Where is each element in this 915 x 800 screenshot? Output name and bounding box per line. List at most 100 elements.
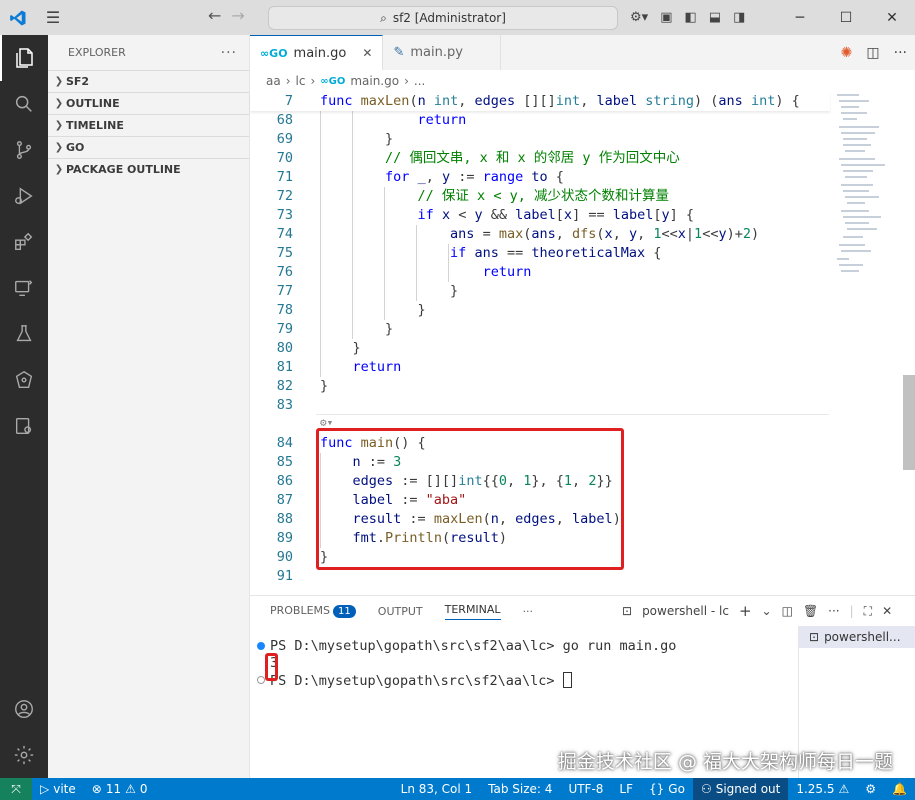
language-mode[interactable]: {} Go — [641, 782, 693, 796]
sidebar-section-timeline[interactable]: ❯ TIMELINE — [48, 114, 249, 136]
code-text: return — [482, 264, 532, 280]
vite-status[interactable]: ▷ vite — [32, 782, 84, 796]
tab-main-go[interactable]: ∞GO main.go ✕ — [250, 35, 384, 70]
close-icon[interactable]: ✕ — [362, 46, 372, 60]
run-icon[interactable]: ✺ — [841, 45, 853, 61]
close-panel-icon[interactable]: ✕ — [882, 604, 892, 618]
new-terminal-icon[interactable]: + — [739, 602, 752, 620]
line-number: 91 — [276, 568, 293, 584]
back-arrow-icon[interactable]: ← — [208, 6, 221, 25]
line-number: 82 — [276, 378, 293, 394]
sidebar-section-go[interactable]: ❯ GO — [48, 136, 249, 158]
editor-scrollbar[interactable] — [901, 92, 915, 595]
tab-terminal[interactable]: TERMINAL — [444, 603, 501, 620]
more-actions-icon[interactable]: ··· — [828, 604, 839, 618]
more-actions-icon[interactable]: ··· — [221, 45, 237, 61]
line-number: 7 — [284, 93, 293, 109]
database-icon[interactable] — [0, 403, 48, 449]
toggle-sidebar-icon[interactable]: ◧ — [684, 10, 696, 25]
split-terminal-icon[interactable]: ◫ — [782, 604, 793, 618]
breadcrumb-item[interactable]: ... — [414, 74, 425, 88]
line-number: 88 — [276, 511, 293, 527]
search-icon[interactable] — [0, 81, 48, 127]
code-line: 80 } — [250, 339, 830, 358]
cursor-position[interactable]: Ln 83, Col 1 — [393, 782, 481, 796]
code-line: 72 // 保证 x < y, 减少状态个数和计算量 — [250, 187, 830, 206]
remote-indicator-icon[interactable]: ⤧ — [0, 778, 32, 800]
remote-explorer-icon[interactable] — [0, 265, 48, 311]
source-control-icon[interactable] — [0, 127, 48, 173]
testing-icon[interactable] — [0, 311, 48, 357]
tab-size[interactable]: Tab Size: 4 — [480, 782, 560, 796]
copilot-icon: ⚇ — [700, 782, 712, 796]
line-number: 86 — [276, 473, 293, 489]
toggle-panel-icon[interactable]: ⬓ — [709, 10, 721, 25]
line-ending[interactable]: LF — [611, 782, 641, 796]
maximize-panel-icon[interactable]: ⛶ — [864, 604, 872, 619]
settings-gear-icon[interactable] — [0, 732, 48, 778]
go-version[interactable]: 1.25.5 ⚠ — [788, 782, 857, 796]
line-number: 80 — [276, 340, 293, 356]
encoding[interactable]: UTF-8 — [560, 782, 611, 796]
activity-bar — [0, 35, 48, 778]
code-text: } — [320, 340, 361, 356]
problems-status[interactable]: ⊗ 11 ⚠ 0 — [84, 782, 156, 796]
command-center-search[interactable]: ⌕ sf2 [Administrator] — [268, 6, 618, 30]
sidebar-section-outline[interactable]: ❯ OUTLINE — [48, 92, 249, 114]
chevron-down-icon[interactable]: ⌄ — [762, 604, 772, 618]
terminal-name[interactable]: powershell - lc — [642, 604, 729, 618]
sidebar-section-package-outline[interactable]: ❯ PACKAGE OUTLINE — [48, 158, 249, 180]
hamburger-menu-icon[interactable]: ☰ — [35, 8, 71, 27]
command-success-icon[interactable] — [257, 642, 265, 650]
go-file-icon: ∞GO — [320, 75, 346, 87]
forward-arrow-icon[interactable]: → — [231, 6, 244, 25]
extensions-icon[interactable] — [0, 219, 48, 265]
breadcrumb-item[interactable]: main.go — [350, 74, 399, 88]
close-window-icon[interactable]: ✕ — [869, 0, 915, 35]
maximize-icon[interactable]: ☐ — [823, 0, 869, 35]
copilot-icon[interactable]: ⚙▾ — [630, 10, 648, 25]
sticky-scroll-line[interactable]: 7 func maxLen(n int, edges [][]int, label… — [250, 92, 830, 111]
chevron-right-icon: ❯ — [54, 120, 64, 131]
tab-main-py[interactable]: ✎ main.py — [383, 35, 502, 70]
run-debug-icon[interactable] — [0, 173, 48, 219]
line-number: 73 — [276, 207, 293, 223]
line-number: 77 — [276, 283, 293, 299]
explorer-icon[interactable] — [0, 35, 48, 81]
tab-output[interactable]: OUTPUT — [378, 605, 423, 618]
sidebar-section-sf2[interactable]: ❯ SF2 — [48, 70, 249, 92]
trash-icon[interactable]: 🗑 — [803, 604, 818, 618]
terminal-list-label: powershell... — [824, 630, 901, 644]
toggle-secondary-sidebar-icon[interactable]: ◨ — [733, 10, 745, 25]
split-editor-icon[interactable]: ◫ — [866, 45, 879, 61]
minimize-icon[interactable]: ─ — [777, 0, 823, 35]
notifications-bell-icon[interactable]: 🔔 — [884, 782, 915, 796]
signed-out-status[interactable]: ⚇ Signed out — [692, 778, 789, 800]
copilot-status-icon[interactable]: ⚙ — [857, 782, 884, 796]
line-number: 84 — [276, 435, 293, 451]
breadcrumb-item[interactable]: lc — [296, 74, 306, 88]
layout-panel-icon[interactable]: ▣ — [660, 10, 672, 25]
minimap[interactable] — [835, 92, 900, 292]
account-icon[interactable] — [0, 686, 48, 732]
sidebar-title: EXPLORER — [68, 46, 126, 59]
terminal-output[interactable]: PS D:\mysetup\gopath\src\sf2\aa\lc> go r… — [250, 638, 790, 689]
code-comment: // 保证 x < y, 减少状态个数和计算量 — [417, 188, 669, 204]
go-version-label: 1.25.5 — [796, 782, 835, 796]
more-actions-icon[interactable]: ··· — [523, 605, 534, 618]
line-number: 85 — [276, 454, 293, 470]
scrollbar-thumb[interactable] — [903, 375, 915, 470]
tab-problems[interactable]: PROBLEMS 11 — [270, 604, 356, 618]
code-text: } — [320, 131, 394, 147]
chevron-right-icon: ❯ — [54, 76, 64, 87]
terminal-list-item[interactable]: ⊡ powershell... — [799, 626, 915, 648]
bottom-panel: PROBLEMS 11 OUTPUT TERMINAL ··· ⊡ powersh… — [250, 595, 915, 779]
more-actions-icon[interactable]: ··· — [894, 45, 907, 61]
breadcrumb-item[interactable]: aa — [266, 74, 281, 88]
code-text: ans = max(ans, dfs(x, y, 1<<x|1<<y)+2) — [450, 226, 760, 242]
command-pending-icon[interactable] — [257, 676, 265, 684]
line-number: 72 — [276, 188, 293, 204]
line-number: 83 — [276, 397, 293, 413]
terminal-icon: ⊡ — [809, 630, 820, 644]
copilot-agent-icon[interactable] — [0, 357, 48, 403]
